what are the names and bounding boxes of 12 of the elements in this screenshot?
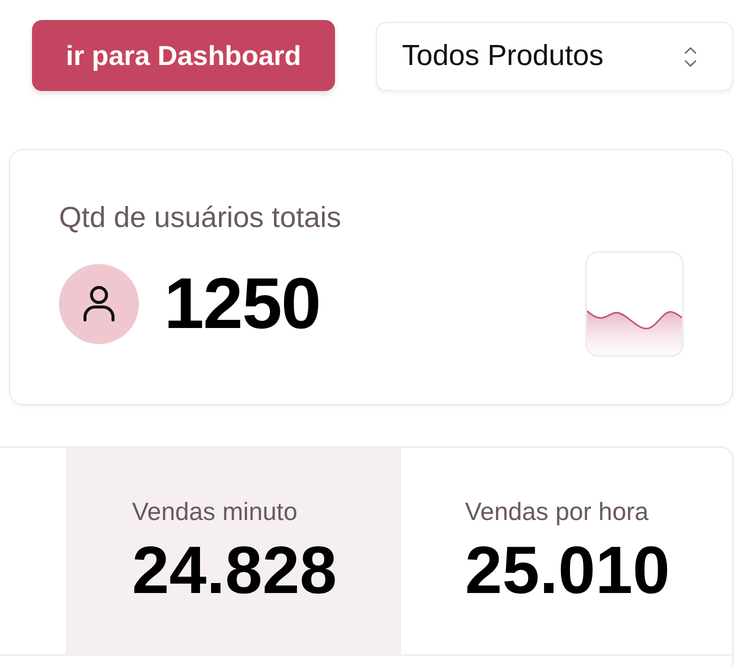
- stat-cell[interactable]: Vendas minuto 24.828: [68, 448, 399, 654]
- stat-label: Vendas por hora: [465, 497, 650, 527]
- dashboard-button[interactable]: ir para Dashboard: [32, 20, 335, 91]
- chevron-up-down-icon: [684, 46, 697, 68]
- product-select[interactable]: Todos Produtos: [376, 22, 733, 91]
- user-avatar-icon: [59, 264, 139, 344]
- stat-cell[interactable]: Vendas por hora 25.010: [399, 448, 732, 654]
- stat-value: 24.828: [132, 537, 338, 604]
- stat-label: Vendas minuto: [132, 497, 298, 527]
- stat-value: 25.010: [465, 537, 671, 604]
- users-card-title: Qtd de usuários totais: [59, 202, 342, 234]
- users-count: 1250: [164, 268, 320, 340]
